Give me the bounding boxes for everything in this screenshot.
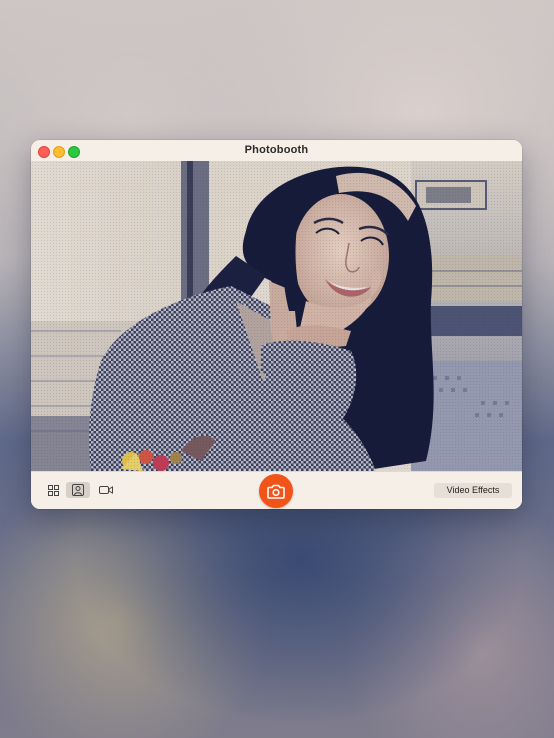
- title-bar[interactable]: Photobooth: [31, 140, 522, 161]
- take-photo-button[interactable]: [259, 474, 293, 508]
- video-effects-button[interactable]: Video Effects: [434, 483, 512, 498]
- camera-feed-image: [31, 161, 522, 471]
- camera-icon: [267, 484, 285, 499]
- person-icon: [72, 484, 84, 496]
- video-mode-button[interactable]: [94, 482, 118, 498]
- camera-preview: [31, 161, 522, 471]
- grid-mode-button[interactable]: [41, 482, 65, 498]
- bottom-toolbar: Video Effects: [31, 471, 522, 509]
- grid-icon: [47, 484, 59, 496]
- video-camera-icon: [99, 486, 113, 494]
- window-title: Photobooth: [244, 144, 309, 156]
- photobooth-window: Photobooth Video Effects: [31, 140, 522, 509]
- single-photo-mode-button[interactable]: [66, 482, 90, 498]
